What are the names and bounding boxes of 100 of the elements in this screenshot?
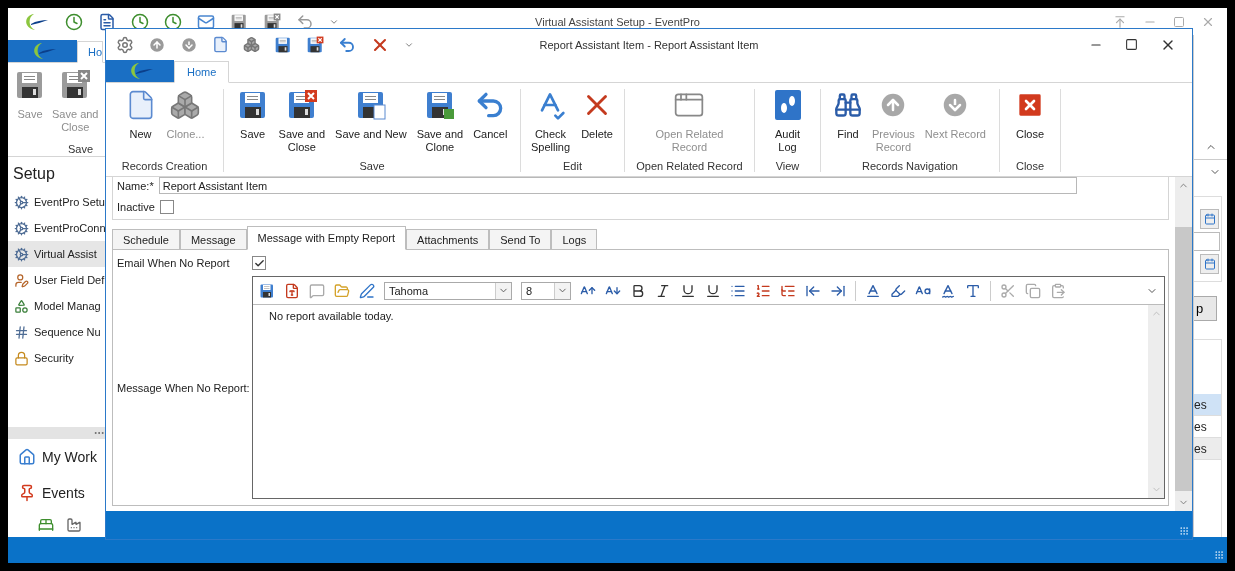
save-button[interactable]: Save [232,89,273,160]
binoculars-icon [834,91,863,119]
nav-item-label: Security [34,352,74,364]
name-field[interactable]: Report Assistant Item [158,177,1077,194]
tab[interactable]: Message [179,229,247,250]
spell-check-icon[interactable] [940,282,956,299]
ribbon-tab[interactable]: Home [174,61,230,83]
double-underline-icon[interactable] [705,282,721,299]
nav-item[interactable]: Model Manag [8,293,105,319]
paste-icon[interactable] [1050,282,1066,299]
maximize-icon[interactable] [1125,38,1138,51]
nav-item[interactable]: Virtual Assist [8,241,105,267]
input-field[interactable] [1194,232,1220,251]
tab[interactable]: Logs [551,229,598,250]
app-menu-button[interactable] [106,60,174,82]
gears-icon [14,220,29,236]
side-button[interactable]: p [1194,296,1217,321]
font-dropdown[interactable]: Tahoma [384,281,512,300]
close-button[interactable]: Close [1010,89,1050,160]
nav-item[interactable]: Sequence Nu [8,319,105,345]
message-text: No report available today. [268,309,395,324]
document-font-icon[interactable] [284,282,300,299]
nav-item[interactable]: EventProConn [8,215,105,241]
save-and-clone-button[interactable]: Save and Clone [412,89,468,160]
pen-icon[interactable] [359,282,375,299]
nav-item[interactable]: Security [8,345,105,371]
floppy-close-icon[interactable] [263,12,281,31]
numbered-list-icon[interactable] [755,282,771,299]
comment-icon[interactable] [309,282,325,299]
new-document-icon[interactable] [212,36,229,53]
tab[interactable]: Message with Empty Report [246,226,407,250]
font-size-dropdown[interactable]: 8 [521,281,571,300]
tab[interactable]: Attachments [406,229,490,250]
cubes-icon[interactable] [243,36,260,53]
folder-icon[interactable] [334,282,350,299]
tab[interactable]: Schedule [112,229,180,250]
grid-row[interactable]: es [1194,438,1221,460]
pane-button[interactable]: Events [8,475,105,511]
mail-icon[interactable] [197,12,215,31]
checkbox[interactable] [252,256,266,270]
group-label: Save [358,160,386,172]
undo-arrow-icon[interactable] [338,35,356,54]
resize-grip-icon [1179,526,1189,536]
floppy-close-icon[interactable] [306,35,324,54]
pushpin-icon [18,484,36,502]
user-edit-icon [14,272,29,288]
floppy-close-icon [59,69,92,101]
tab[interactable]: Send To [489,229,552,250]
clock-icon[interactable] [65,12,83,31]
bold-icon[interactable] [630,282,646,299]
rich-text-editor[interactable]: Tahoma 8 No report available today. [252,276,1165,499]
document-icon[interactable] [98,12,116,31]
gears-icon [14,246,29,262]
scissors-icon[interactable] [1000,282,1016,299]
scroll-thumb[interactable] [1175,227,1192,491]
check-spelling-button[interactable]: Check Spelling [526,89,575,160]
undo-arrow-icon[interactable] [296,12,314,31]
scrollbar[interactable] [1175,177,1192,511]
nav-item[interactable]: EventPro Setu [8,189,105,215]
font-color-icon[interactable] [865,282,881,299]
italic-icon[interactable] [655,282,671,299]
gears-icon [14,194,29,210]
clock-icon[interactable] [164,12,182,31]
highlighter-icon[interactable] [890,282,906,299]
calendar-button[interactable] [1200,254,1219,274]
font-icon[interactable] [965,282,981,299]
find-button[interactable]: Find [830,89,867,160]
cancel-button[interactable]: Cancel [469,89,512,160]
grid-row[interactable]: es [1194,394,1221,416]
group-label: Close [1014,160,1046,172]
house-icon [18,448,36,466]
calendar-button[interactable] [1200,209,1219,229]
arrow-up-circle-icon[interactable] [148,35,166,54]
field-label: Inactive [117,200,155,213]
gear-icon[interactable] [116,35,134,54]
clock-icon[interactable] [131,12,149,31]
save-and-new-button[interactable]: Save and New [331,89,411,160]
save-and-close-button[interactable]: Save and Close [274,89,330,160]
underline-icon[interactable] [680,282,696,299]
scrollbar[interactable] [1148,305,1164,498]
group-label: Edit [562,160,583,172]
nav-item-label: EventProConn [34,222,105,234]
audit-log-button[interactable]: Audit Log [769,89,806,160]
nav-item[interactable]: User Field Def [8,267,105,293]
app-menu-button[interactable] [8,40,77,62]
copy-icon[interactable] [1025,282,1041,299]
window-title: Virtual Assistant Setup - EventPro [535,15,700,28]
checkbox[interactable] [159,199,174,214]
check-icon [253,257,265,269]
arrow-down-circle-icon[interactable] [180,35,198,54]
group-label: View [774,160,801,172]
calendar-icon [1203,258,1216,270]
nav-item-label: Sequence Nu [34,326,101,338]
bed-icon[interactable] [38,517,54,533]
factory-icon[interactable] [66,517,82,533]
pane-button[interactable]: My Work [8,439,105,475]
ribbon-tab[interactable]: Ho [77,41,104,63]
delete-button[interactable]: Delete [576,89,619,160]
restore-ribbon-icon[interactable] [1113,14,1127,29]
new-button[interactable]: New [120,89,161,160]
